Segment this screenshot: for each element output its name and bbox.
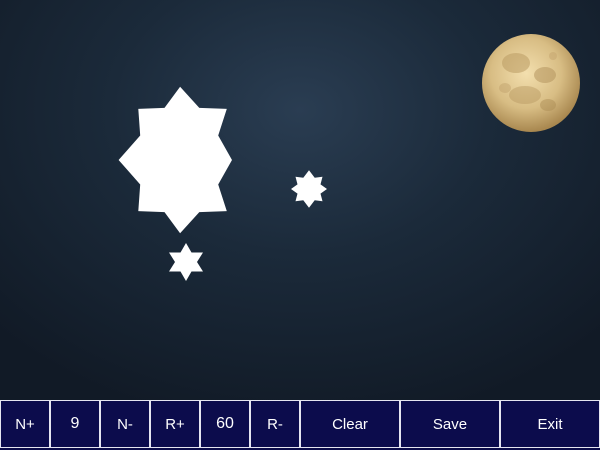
- drawing-canvas[interactable]: [0, 0, 600, 400]
- clear-button[interactable]: Clear: [300, 400, 400, 448]
- canvas-drawing: [118, 34, 580, 281]
- decrease-points-button[interactable]: N-: [100, 400, 150, 448]
- radius-value-display: 60: [200, 400, 250, 448]
- increase-radius-button[interactable]: R+: [150, 400, 200, 448]
- save-button[interactable]: Save: [400, 400, 500, 448]
- decrease-radius-button[interactable]: R-: [250, 400, 300, 448]
- points-count-display: 9: [50, 400, 100, 448]
- exit-button[interactable]: Exit: [500, 400, 600, 448]
- star-small: [291, 170, 327, 208]
- increase-points-button[interactable]: N+: [0, 400, 50, 448]
- toolbar: N+ 9 N- R+ 60 R- Clear Save Exit: [0, 400, 600, 450]
- star-six-point: [169, 243, 203, 281]
- star-large: [118, 86, 232, 234]
- moon-image: [482, 34, 580, 132]
